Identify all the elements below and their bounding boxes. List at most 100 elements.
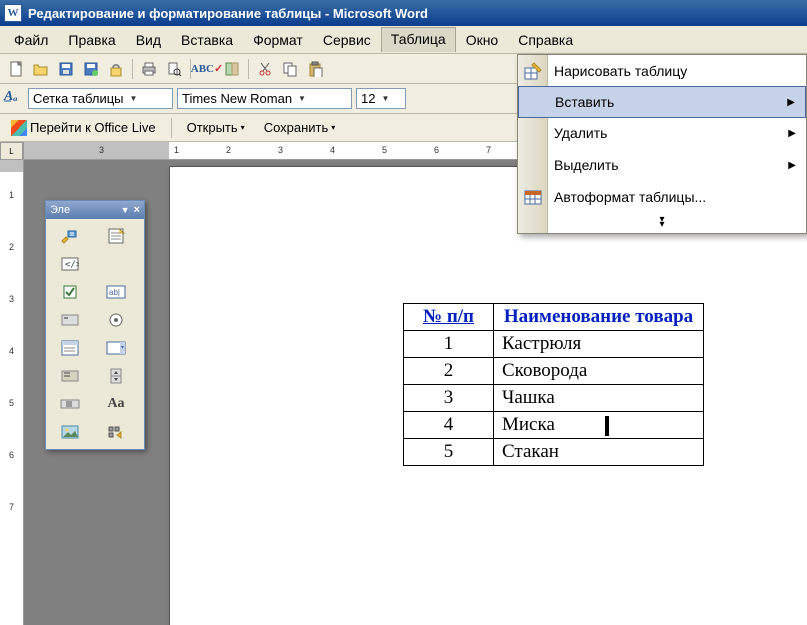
- table-row[interactable]: 4Миска: [404, 412, 704, 439]
- style-value: Сетка таблицы: [33, 91, 124, 106]
- toolbox-titlebar[interactable]: Эле ▼ ×: [46, 201, 144, 219]
- table-cell-name[interactable]: Миска: [494, 412, 704, 439]
- officelive-save-button[interactable]: Сохранить ▾: [257, 117, 343, 138]
- text-cursor: [605, 416, 609, 436]
- menu-edit[interactable]: Правка: [58, 28, 125, 52]
- tab-selector[interactable]: L: [0, 142, 23, 160]
- autoformat-icon: [523, 187, 543, 207]
- cut-button[interactable]: [253, 57, 277, 81]
- menu-file[interactable]: Файл: [4, 28, 58, 52]
- officelive-go-button[interactable]: Перейти к Office Live: [4, 117, 163, 139]
- controls-toolbox[interactable]: Эле ▼ × </> ab| Aa: [45, 200, 145, 450]
- menu-format[interactable]: Формат: [243, 28, 313, 52]
- table-header-name[interactable]: Наименование товара: [494, 304, 704, 331]
- style-select[interactable]: Сетка таблицы ▼: [28, 88, 173, 109]
- button-control-button[interactable]: [50, 307, 90, 333]
- spellcheck-button[interactable]: ABC✓: [195, 57, 219, 81]
- toggle-control-button[interactable]: [50, 363, 90, 389]
- table-cell-num[interactable]: 1: [404, 331, 494, 358]
- chevron-down-icon: ▼: [130, 94, 138, 103]
- vertical-ruler: L 1234567: [0, 142, 24, 625]
- image-control-button[interactable]: [50, 419, 90, 445]
- menu-select[interactable]: Выделить ▶: [518, 149, 806, 181]
- menu-bar: Файл Правка Вид Вставка Формат Сервис Та…: [0, 26, 807, 54]
- spinbutton-control-button[interactable]: [96, 363, 136, 389]
- checkbox-control-button[interactable]: [50, 279, 90, 305]
- chevron-down-icon: ▼: [298, 94, 306, 103]
- save-as-button[interactable]: [79, 57, 103, 81]
- expand-menu-icon[interactable]: ▾▾: [518, 213, 806, 233]
- table-cell-num[interactable]: 5: [404, 439, 494, 466]
- submenu-arrow-icon: ▶: [788, 128, 796, 139]
- chevron-down-icon: ▼: [381, 94, 389, 103]
- submenu-arrow-icon: ▶: [787, 97, 795, 108]
- print-button[interactable]: [137, 57, 161, 81]
- font-size-value: 12: [361, 91, 375, 106]
- combobox-control-button[interactable]: [96, 335, 136, 361]
- toolbox-title-text: Эле: [50, 204, 70, 216]
- menu-insert[interactable]: Вставить ▶: [518, 86, 806, 118]
- table-row[interactable]: 3Чашка: [404, 385, 704, 412]
- table-row[interactable]: 5Стакан: [404, 439, 704, 466]
- more-controls-button[interactable]: [96, 419, 136, 445]
- print-preview-button[interactable]: [162, 57, 186, 81]
- svg-text:</>: </>: [65, 260, 79, 270]
- table-cell-name[interactable]: Чашка: [494, 385, 704, 412]
- toolbar-separator: [248, 59, 249, 79]
- design-mode-button[interactable]: [50, 223, 90, 249]
- menu-window[interactable]: Окно: [456, 28, 509, 52]
- word-app-icon: W: [4, 4, 22, 22]
- svg-text:ab|: ab|: [109, 288, 120, 297]
- research-button[interactable]: [220, 57, 244, 81]
- label-control-button[interactable]: Aa: [96, 391, 136, 417]
- paste-button[interactable]: [303, 57, 327, 81]
- page[interactable]: № п/п Наименование товара 1Кастрюля2Сков…: [169, 166, 807, 625]
- menu-help[interactable]: Справка: [508, 28, 583, 52]
- options-control-button[interactable]: [96, 307, 136, 333]
- menu-tools[interactable]: Сервис: [313, 28, 381, 52]
- table-cell-name[interactable]: Сковорода: [494, 358, 704, 385]
- close-icon[interactable]: ×: [134, 204, 140, 216]
- properties-button[interactable]: [96, 223, 136, 249]
- menu-table[interactable]: Таблица: [381, 27, 456, 52]
- font-value: Times New Roman: [182, 91, 292, 106]
- submenu-arrow-icon: ▶: [788, 160, 796, 171]
- title-bar: W Редактирование и форматирование таблиц…: [0, 0, 807, 26]
- save-button[interactable]: [54, 57, 78, 81]
- font-size-select[interactable]: 12 ▼: [356, 88, 406, 109]
- font-select[interactable]: Times New Roman ▼: [177, 88, 352, 109]
- permissions-button[interactable]: [104, 57, 128, 81]
- divider-icon: [96, 251, 136, 277]
- table-cell-name[interactable]: Кастрюля: [494, 331, 704, 358]
- officelive-icon: [11, 120, 27, 136]
- menu-delete[interactable]: Удалить ▶: [518, 117, 806, 149]
- table-row[interactable]: 2Сковорода: [404, 358, 704, 385]
- listbox-control-button[interactable]: [50, 335, 90, 361]
- table-cell-num[interactable]: 2: [404, 358, 494, 385]
- menu-draw-table[interactable]: Нарисовать таблицу: [518, 55, 806, 87]
- window-title: Редактирование и форматирование таблицы …: [28, 6, 428, 21]
- textbox-control-button[interactable]: ab|: [96, 279, 136, 305]
- toolbox-options-icon[interactable]: ▼: [121, 205, 130, 215]
- table-row[interactable]: 1Кастрюля: [404, 331, 704, 358]
- toolbar-separator: [132, 59, 133, 79]
- menu-insert[interactable]: Вставка: [171, 28, 243, 52]
- copy-button[interactable]: [278, 57, 302, 81]
- new-doc-button[interactable]: [4, 57, 28, 81]
- view-code-button[interactable]: </>: [50, 251, 90, 277]
- toolbar-separator: [171, 118, 172, 138]
- table-header-num[interactable]: № п/п: [404, 304, 494, 331]
- menu-autoformat[interactable]: Автоформат таблицы...: [518, 181, 806, 213]
- open-button[interactable]: [29, 57, 53, 81]
- officelive-open-button[interactable]: Открыть ▾: [180, 117, 252, 138]
- table-cell-name[interactable]: Стакан: [494, 439, 704, 466]
- table-cell-num[interactable]: 3: [404, 385, 494, 412]
- table-cell-num[interactable]: 4: [404, 412, 494, 439]
- pencil-table-icon: [523, 61, 543, 81]
- styles-icon[interactable]: A̲ₐ: [4, 89, 24, 109]
- table-menu-dropdown: Нарисовать таблицу Вставить ▶ Удалить ▶ …: [517, 54, 807, 234]
- menu-view[interactable]: Вид: [126, 28, 171, 52]
- table-header-row: № п/п Наименование товара: [404, 304, 704, 331]
- scrollbar-control-button[interactable]: [50, 391, 90, 417]
- document-table[interactable]: № п/п Наименование товара 1Кастрюля2Сков…: [403, 303, 704, 466]
